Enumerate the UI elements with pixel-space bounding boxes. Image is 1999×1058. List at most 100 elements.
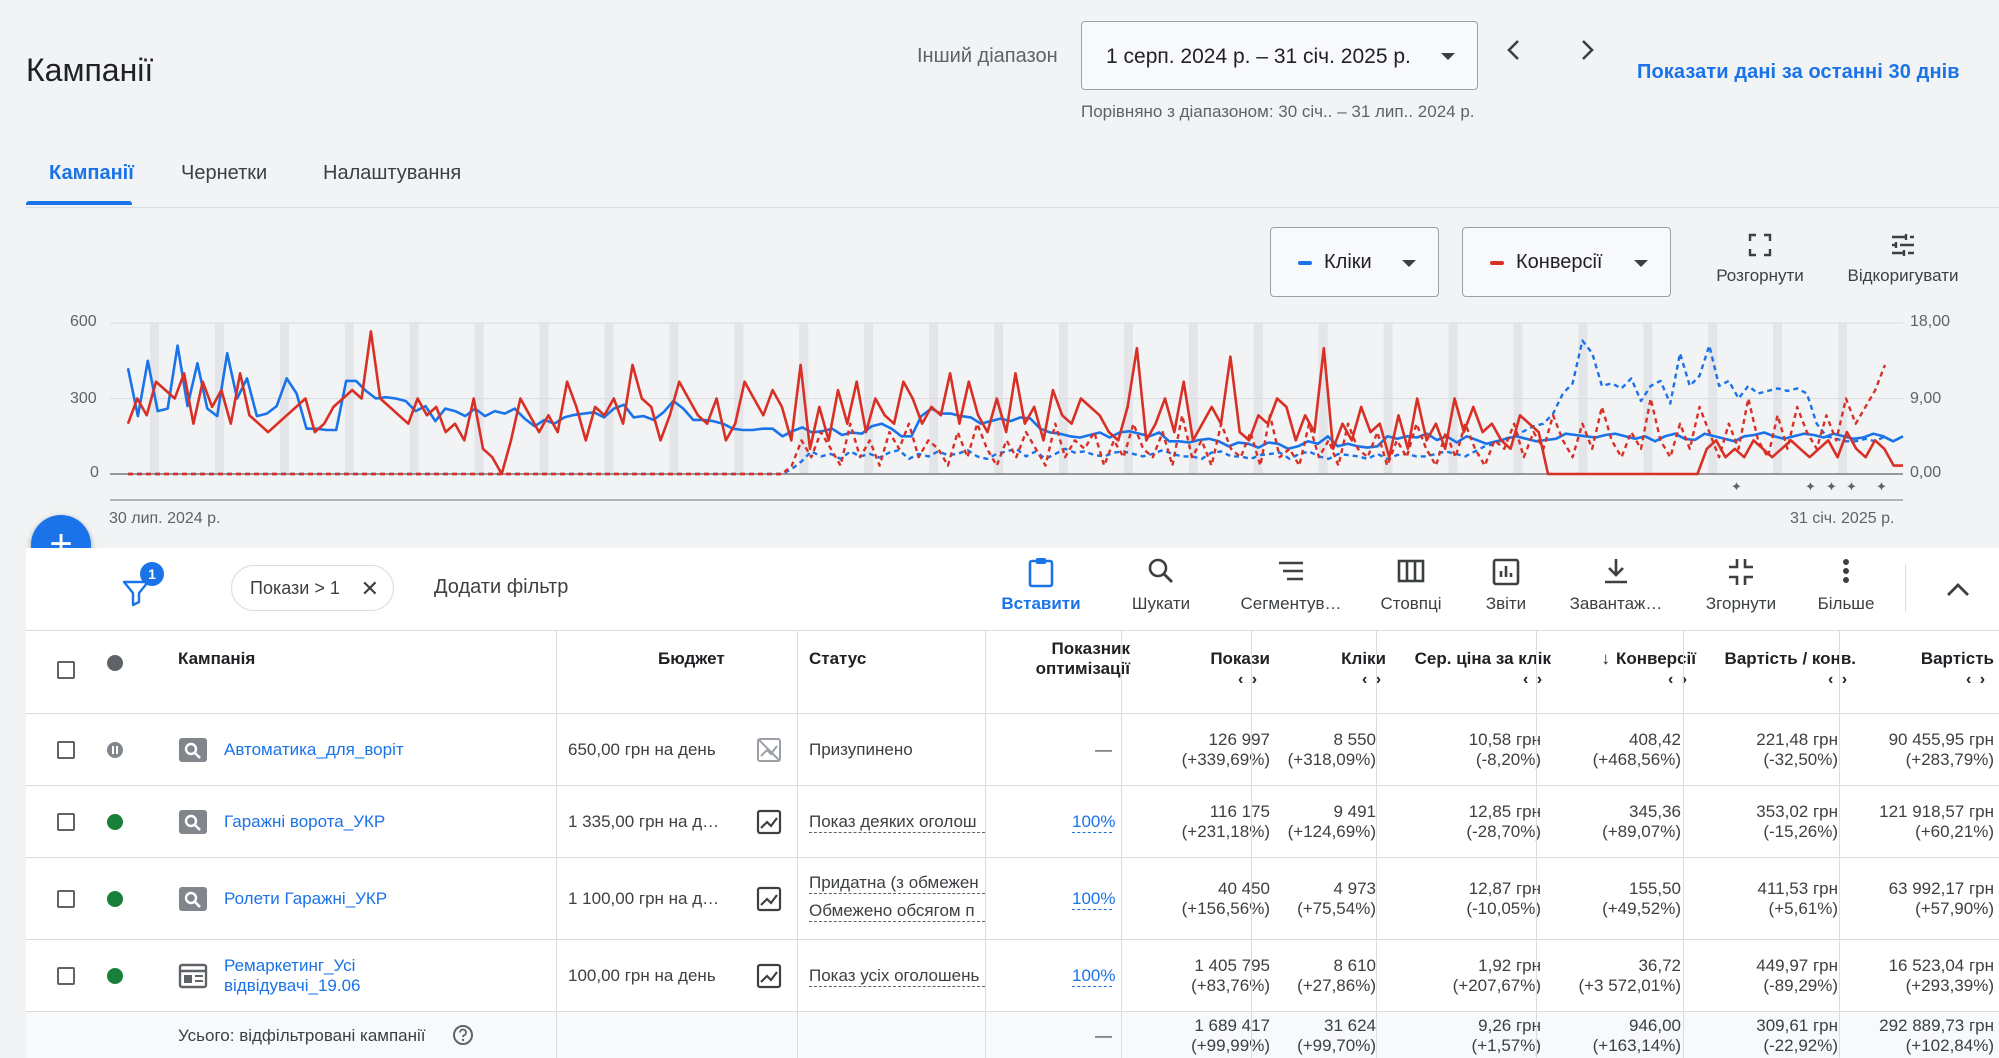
adjust-chart-button[interactable]: Відкоригувати: [1835, 232, 1971, 286]
header-avg-cpc[interactable]: Сер. ціна за клік: [1391, 649, 1551, 669]
filter-chip[interactable]: Покази > 1 ✕: [231, 565, 394, 611]
optimization-score[interactable]: 100%: [1072, 889, 1115, 910]
header-cost-label: Вартість: [1920, 649, 1994, 668]
cell-clicks: 4 973: [1333, 879, 1376, 898]
budget-chart-icon[interactable]: [756, 809, 782, 835]
row-checkbox[interactable]: [57, 741, 75, 759]
cell-clicks-delta: (+124,69%): [1287, 822, 1376, 841]
total-cost: 292 889,73 грн: [1879, 1016, 1994, 1035]
status-filter-dot[interactable]: [107, 655, 123, 671]
column-divider: [1839, 630, 1840, 1058]
sort-arrows-icon[interactable]: ‹ ›: [1238, 671, 1259, 689]
chevron-up-icon[interactable]: [1944, 580, 1972, 600]
toolbar-paste-button[interactable]: Вставити: [986, 556, 1096, 614]
sort-arrows-icon[interactable]: ‹ ›: [1523, 671, 1544, 689]
search-campaign-icon: [178, 885, 208, 913]
cell-impr: 116 175: [1209, 802, 1270, 821]
last-30-days-link[interactable]: Показати дані за останні 30 днів: [1637, 61, 1960, 84]
cell-clicks-delta: (+27,86%): [1297, 976, 1376, 995]
header-impressions-label: Покази: [1210, 649, 1270, 668]
toolbar-collapse-button[interactable]: Згорнути: [1691, 556, 1791, 614]
campaign-name-link[interactable]: Автоматика_для_воріт: [224, 740, 404, 760]
total-cpc_conv-delta: (-22,92%): [1763, 1036, 1838, 1055]
display-campaign-icon: [178, 962, 208, 990]
optimization-score[interactable]: 100%: [1072, 966, 1115, 987]
cell-cpc-delta: (-28,70%): [1466, 822, 1541, 841]
header-avg-cpc-label: Сер. ціна за клік: [1414, 649, 1551, 668]
table-row: Ролети Гаражні_УКР 1 100,00 грн на д… Прид…: [26, 858, 1999, 940]
search-campaign-icon: [178, 808, 208, 836]
metric-selector-conversions[interactable]: Конверсії: [1462, 227, 1671, 297]
enabled-status-dot[interactable]: [107, 968, 123, 984]
campaign-name-link[interactable]: Ремаркетинг_Усі відвідувачі_19.06: [224, 956, 361, 996]
status-text[interactable]: Придатна (з обмежен: [809, 873, 985, 894]
toolbar-download-button[interactable]: Завантаж…: [1551, 556, 1681, 614]
cell-conv: 345,36: [1629, 802, 1681, 821]
annotation-sparkle-icon: ✦: [1876, 480, 1887, 495]
row-checkbox[interactable]: [57, 813, 75, 831]
toolbar-separator: [1905, 564, 1906, 612]
header-campaign[interactable]: Кампанія: [178, 649, 255, 669]
header-status[interactable]: Статус: [809, 649, 866, 669]
budget-chart-icon[interactable]: [756, 963, 782, 989]
sort-arrows-icon[interactable]: ‹ ›: [1668, 671, 1689, 689]
cell-cpc: 1,92 грн: [1478, 956, 1541, 975]
enabled-status-dot[interactable]: [107, 814, 123, 830]
budget-chart-icon[interactable]: [756, 886, 782, 912]
header-budget[interactable]: Бюджет: [658, 649, 725, 669]
row-checkbox[interactable]: [57, 967, 75, 985]
row-checkbox[interactable]: [57, 890, 75, 908]
add-filter-button[interactable]: Додати фільтр: [434, 576, 568, 599]
date-range-picker[interactable]: 1 серп. 2024 р. – 31 січ. 2025 р.: [1081, 21, 1478, 90]
cell-cost: 63 992,17 грн: [1888, 879, 1994, 898]
help-icon[interactable]: [452, 1024, 474, 1046]
metric-selector-clicks[interactable]: Кліки: [1270, 227, 1439, 297]
paused-status-icon[interactable]: [107, 742, 123, 758]
toolbar-reports-button[interactable]: Звіти: [1466, 556, 1546, 614]
header-impressions[interactable]: Покази: [1136, 649, 1270, 669]
cell-impr-delta: (+339,69%): [1181, 750, 1270, 769]
status-text[interactable]: Показ усіх оголошень: [809, 966, 985, 987]
chart-off-icon[interactable]: [756, 737, 782, 763]
search-campaign-icon: [178, 736, 208, 764]
header-clicks[interactable]: Кліки: [1266, 649, 1386, 669]
status-text[interactable]: Показ деяких оголош: [809, 812, 985, 833]
tab-drafts[interactable]: Чернетки: [181, 162, 267, 185]
cell-impr: 40 450: [1218, 879, 1270, 898]
toolbar-segment-button[interactable]: Сегментув…: [1221, 556, 1361, 614]
tune-icon: [1892, 234, 1914, 256]
sort-arrows-icon[interactable]: ‹ ›: [1966, 671, 1987, 689]
cell-cost-delta: (+293,39%): [1905, 976, 1994, 995]
toolbar-columns-button[interactable]: Стовпці: [1366, 556, 1456, 614]
close-icon[interactable]: ✕: [361, 576, 379, 602]
campaign-name-link[interactable]: Гаражні ворота_УКР: [224, 812, 385, 832]
chevron-left-icon[interactable]: [1504, 38, 1524, 62]
toolbar-more-button[interactable]: Більше: [1801, 556, 1891, 614]
cell-cpc-delta: (+207,67%): [1452, 976, 1541, 995]
sort-arrows-icon[interactable]: ‹ ›: [1362, 671, 1383, 689]
compare-range-text: Порівняно з діапазоном: 30 січ.. – 31 ли…: [1081, 102, 1475, 121]
status-text-secondary[interactable]: Обмежено обсягом п: [809, 901, 985, 922]
header-conversions[interactable]: ↓ Конверсії: [1566, 649, 1696, 669]
header-cost[interactable]: Вартість: [1866, 649, 1994, 669]
cell-conv: 408,42: [1629, 730, 1681, 749]
toolbar-search-label: Шукати: [1131, 594, 1191, 613]
header-cost-per-conv[interactable]: Вартість / конв.: [1706, 649, 1856, 669]
cell-conv-delta: (+49,52%): [1602, 899, 1681, 918]
toolbar-reports-label: Звіти: [1485, 594, 1527, 613]
tab-campaigns[interactable]: Кампанії: [49, 162, 134, 185]
chevron-right-icon[interactable]: [1577, 38, 1597, 62]
header-optimization[interactable]: Показник оптимізації: [996, 639, 1130, 679]
sort-down-icon: ↓: [1601, 649, 1610, 668]
fullscreen-icon: [1748, 233, 1772, 257]
enabled-status-dot[interactable]: [107, 891, 123, 907]
expand-chart-button[interactable]: Розгорнути: [1705, 232, 1815, 286]
optimization-score[interactable]: 100%: [1072, 812, 1115, 833]
filter-chip-label: Покази > 1: [250, 578, 340, 598]
chevron-down-icon: [1634, 260, 1648, 267]
toolbar-paste-label: Вставити: [1001, 594, 1081, 613]
tab-settings[interactable]: Налаштування: [323, 162, 461, 185]
toolbar-search-button[interactable]: Шукати: [1116, 556, 1206, 614]
campaign-name-link[interactable]: Ролети Гаражні_УКР: [224, 889, 387, 909]
select-all-checkbox[interactable]: [57, 661, 75, 679]
